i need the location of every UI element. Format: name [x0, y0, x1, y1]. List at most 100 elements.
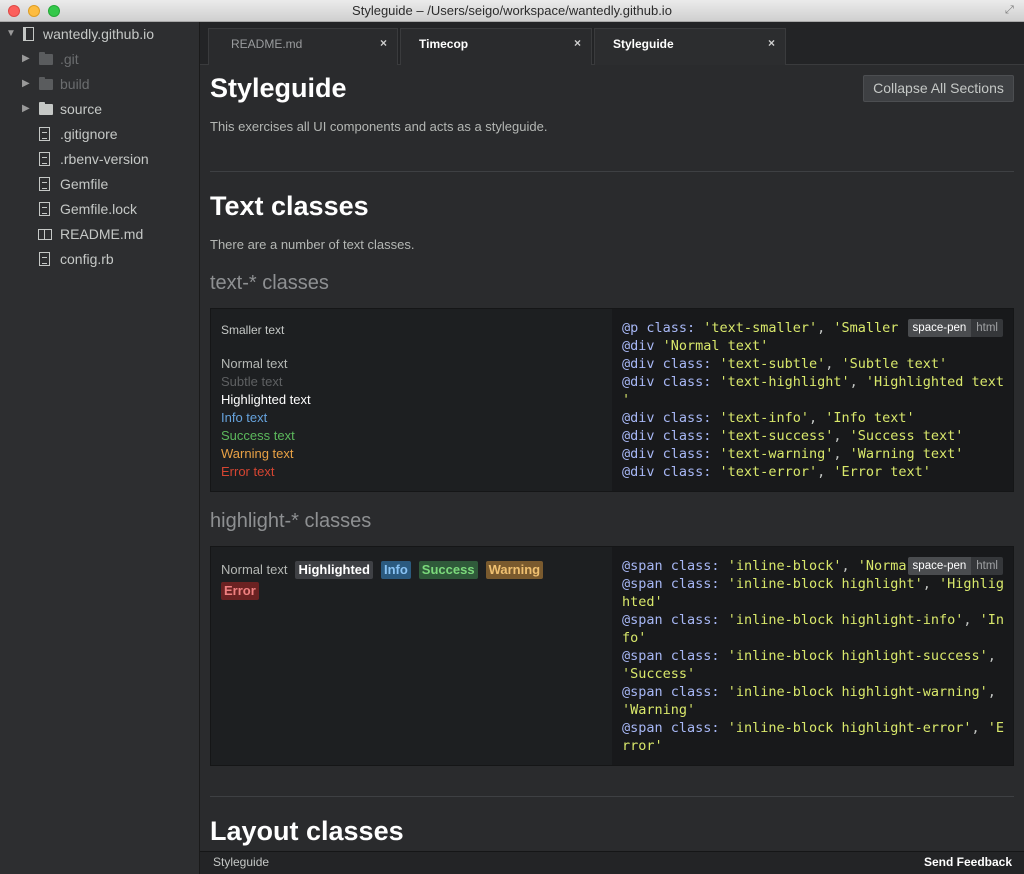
close-icon[interactable]: ×	[768, 36, 775, 50]
tree-item-gitignore[interactable]: .gitignore	[0, 122, 200, 146]
styleguide-view: Styleguide Collapse All Sections This ex…	[200, 65, 1024, 851]
spacepen-tag[interactable]: space-pen	[907, 557, 972, 575]
code-line: rror'	[622, 738, 663, 754]
file-icon	[39, 127, 50, 141]
tab-label: Styleguide	[613, 37, 674, 51]
html-tag[interactable]: html	[971, 319, 1003, 337]
status-file-name: Styleguide	[213, 855, 270, 869]
code-line: @div class: 'text-warning', 'Warning tex…	[622, 446, 964, 462]
code-line: @div class: 'text-info', 'Info text'	[622, 410, 915, 426]
layout-classes-title: Layout classes	[210, 816, 404, 846]
file-icon	[39, 177, 50, 191]
tree-item-build[interactable]: ▶ build	[0, 72, 200, 96]
tab-label: README.md	[231, 37, 303, 51]
file-icon	[39, 202, 50, 216]
tree-item-rbenv-version[interactable]: .rbenv-version	[0, 147, 200, 171]
text-error-sample: Error text	[221, 464, 275, 479]
tree-item-git[interactable]: ▶ .git	[0, 47, 200, 71]
highlight-sample: Highlighted	[295, 561, 373, 579]
chevron-right-icon[interactable]: ▶	[22, 47, 32, 71]
code-line: @span class: 'inline-block highlight', '…	[622, 576, 1005, 592]
example-rendered: Smaller text Normal text Subtle text Hig…	[211, 309, 612, 491]
code-line: hted'	[622, 594, 663, 610]
tree-item-readme[interactable]: README.md	[0, 222, 200, 246]
text-subtle-sample: Subtle text	[221, 374, 283, 389]
code-language-tags: space-pen html	[907, 557, 1003, 575]
code-line: @span class: 'inline-block highlight-war…	[622, 684, 996, 700]
code-line: @span class: 'inline-block highlight-inf…	[622, 612, 1005, 628]
example-rendered: Normal text Highlighted Info Success Warning…	[211, 547, 612, 765]
book-icon	[38, 227, 52, 240]
highlight-info-sample: Info	[380, 561, 411, 579]
tab-bar: README.md × Timecop × Styleguide ×	[200, 22, 1024, 65]
code-line: '	[622, 392, 631, 408]
code-line: @div class: 'text-subtle', 'Subtle text'	[622, 356, 948, 372]
text-highlight-sample: Highlighted text	[221, 392, 311, 407]
tree-item-label: source	[60, 101, 103, 117]
code-line: fo'	[622, 630, 647, 646]
title-bar: Styleguide – /Users/seigo/workspace/want…	[0, 0, 1024, 22]
status-bar: Styleguide Send Feedback	[200, 851, 1024, 874]
tree-item-label: README.md	[60, 226, 144, 242]
code-line: @div class: 'text-highlight', 'Highlight…	[622, 374, 1005, 390]
code-line: @span class: 'inline-block highlight-err…	[622, 720, 1005, 736]
highlight-success-sample: Success	[418, 561, 478, 579]
folder-icon	[39, 77, 53, 90]
tree-item-label: config.rb	[60, 251, 114, 267]
window-title: Styleguide – /Users/seigo/workspace/want…	[352, 3, 672, 18]
text-classes-example: Smaller text Normal text Subtle text Hig…	[210, 308, 1014, 492]
tree-item-label: .git	[60, 51, 79, 67]
code-line: 'Warning'	[622, 702, 696, 718]
close-icon[interactable]: ×	[574, 36, 581, 50]
text-normal-sample: Normal text	[221, 356, 288, 371]
close-icon[interactable]: ×	[380, 36, 387, 50]
chevron-down-icon[interactable]: ▼	[6, 22, 16, 46]
text-classes-description: There are a number of text classes.	[210, 237, 415, 252]
spacepen-tag[interactable]: space-pen	[907, 319, 972, 337]
code-line: 'Success'	[622, 666, 696, 682]
example-code: @span class: 'inline-block', 'Norma @spa…	[612, 547, 1013, 765]
tree-item-label: Gemfile.lock	[60, 201, 138, 217]
collapse-all-button[interactable]: Collapse All Sections	[863, 75, 1014, 102]
divider	[210, 171, 1014, 172]
folder-icon	[39, 102, 53, 115]
highlight-error-sample: Error	[221, 582, 259, 600]
tree-item-config[interactable]: config.rb	[0, 247, 200, 271]
html-tag[interactable]: html	[971, 557, 1003, 575]
code-line: @div 'Normal text'	[622, 338, 769, 354]
example-code: @p class: 'text-smaller', 'Smaller @div …	[612, 309, 1013, 491]
highlight-classes-subtitle: highlight-* classes	[210, 510, 372, 532]
page-description: This exercises all UI components and act…	[210, 119, 548, 134]
tree-view: ▼ wantedly.github.io ▶ .git ▶ build ▶ so…	[0, 22, 200, 874]
code-line: @span class: 'inline-block highlight-suc…	[622, 648, 996, 664]
tree-item-gemfile[interactable]: Gemfile	[0, 172, 200, 196]
tab-styleguide[interactable]: Styleguide ×	[594, 28, 786, 65]
chevron-right-icon[interactable]: ▶	[22, 97, 32, 121]
highlight-warning-sample: Warning	[485, 561, 544, 579]
code-line: @div class: 'text-error', 'Error text'	[622, 464, 931, 480]
page-title: Styleguide	[210, 73, 347, 103]
folder-icon	[39, 52, 53, 65]
text-classes-subtitle: text-* classes	[210, 272, 329, 294]
code-line: @div class: 'text-success', 'Success tex…	[622, 428, 964, 444]
file-icon	[39, 252, 50, 266]
tree-item-label: Gemfile	[60, 176, 109, 192]
tree-root[interactable]: ▼ wantedly.github.io	[0, 22, 200, 46]
tree-item-label: .gitignore	[60, 126, 118, 142]
highlight-normal-sample: Normal text	[221, 562, 288, 577]
tree-item-label: build	[60, 76, 90, 92]
tab-timecop[interactable]: Timecop ×	[400, 28, 592, 65]
tree-item-gemfile-lock[interactable]: Gemfile.lock	[0, 197, 200, 221]
text-info-sample: Info text	[221, 410, 268, 425]
tree-root-label: wantedly.github.io	[43, 26, 155, 42]
send-feedback-button[interactable]: Send Feedback	[924, 855, 1012, 869]
file-icon	[39, 152, 50, 166]
fullscreen-icon[interactable]: ⤢	[1005, 4, 1018, 17]
repo-icon	[23, 27, 34, 41]
text-smaller-sample: Smaller text	[221, 323, 285, 337]
tree-item-source[interactable]: ▶ source	[0, 97, 200, 121]
code-language-tags: space-pen html	[907, 319, 1003, 337]
divider	[210, 796, 1014, 797]
chevron-right-icon[interactable]: ▶	[22, 72, 32, 96]
tab-readme[interactable]: README.md ×	[208, 28, 398, 65]
